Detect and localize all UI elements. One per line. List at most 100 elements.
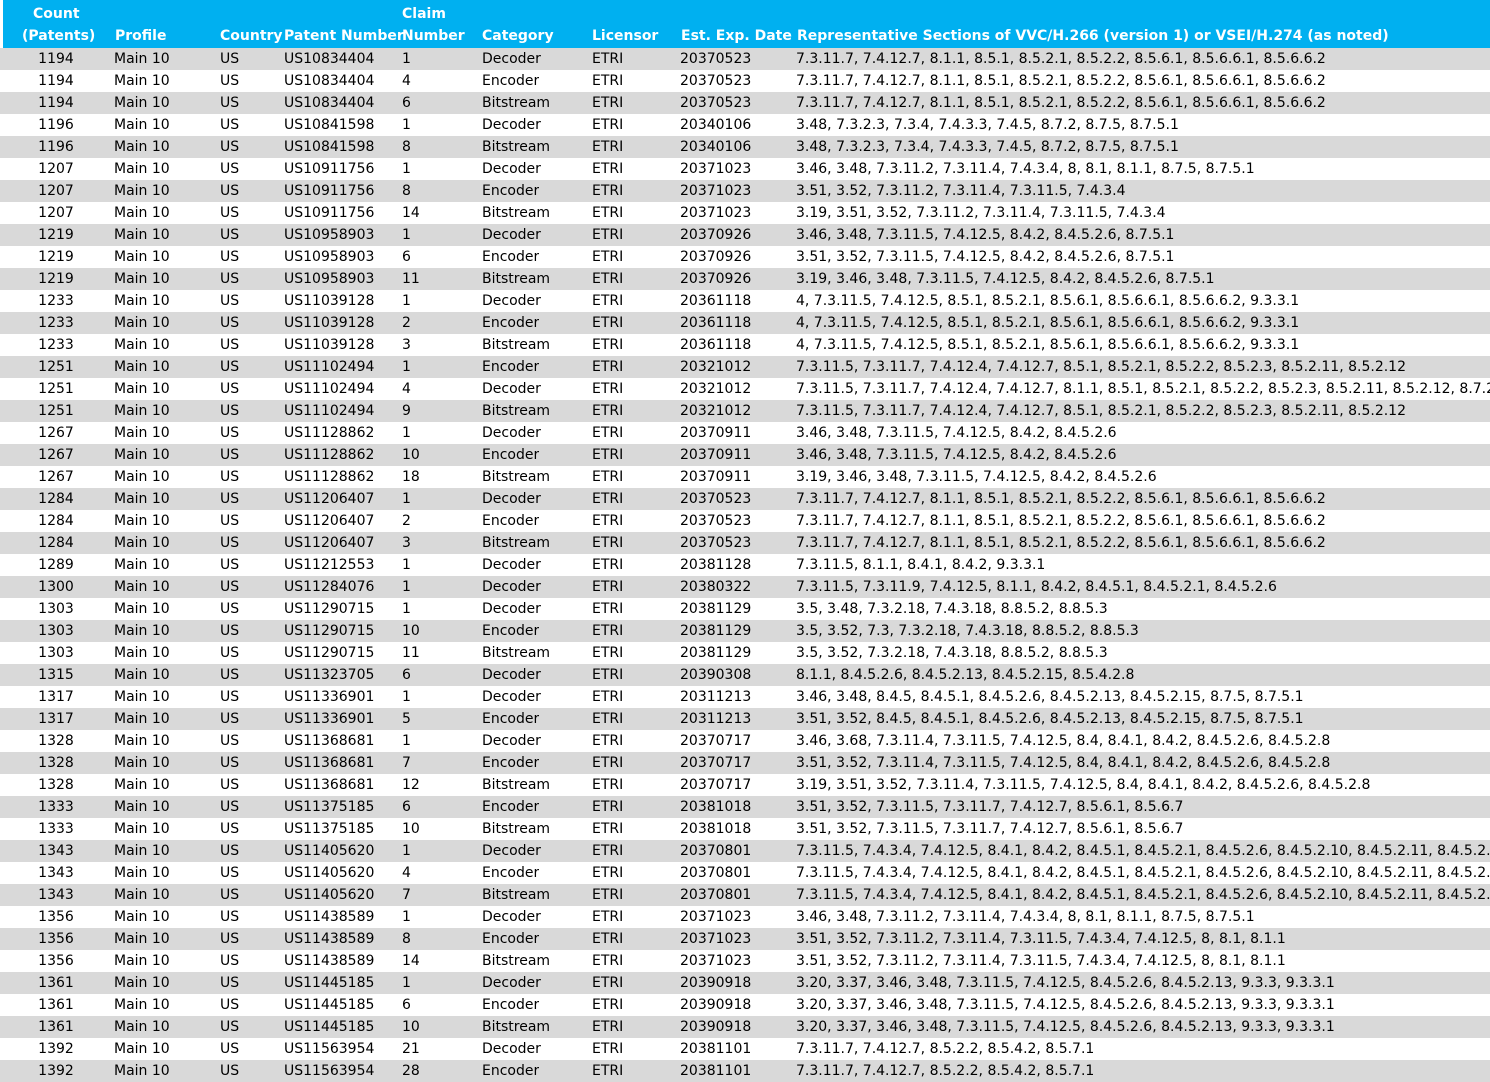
cell-profile[interactable]: Main 10 <box>114 224 170 246</box>
cell-category[interactable]: Decoder <box>482 906 541 928</box>
cell-exp-date[interactable]: 20361118 <box>680 290 751 312</box>
cell-country[interactable]: US <box>220 444 239 466</box>
cell-patent-number[interactable]: US11563954 <box>284 1060 374 1082</box>
cell-count[interactable]: 1343 <box>36 862 76 884</box>
cell-claim-number[interactable]: 21 <box>402 1038 420 1060</box>
cell-country[interactable]: US <box>220 664 239 686</box>
cell-claim-number[interactable]: 1 <box>402 972 411 994</box>
cell-licensor[interactable]: ETRI <box>592 92 623 114</box>
cell-category[interactable]: Bitstream <box>482 1016 550 1038</box>
table-row[interactable]: 1251 Main 10 US US11102494 9 Bitstream ETRI 203… <box>0 400 1490 422</box>
cell-profile[interactable]: Main 10 <box>114 510 170 532</box>
cell-profile[interactable]: Main 10 <box>114 950 170 972</box>
cell-count[interactable]: 1303 <box>36 642 76 664</box>
cell-sections[interactable]: 3.19, 3.51, 3.52, 7.3.11.4, 7.3.11.5, 7.… <box>796 774 1490 796</box>
cell-sections[interactable]: 7.3.11.5, 8.1.1, 8.4.1, 8.4.2, 9.3.3.1 <box>796 554 1490 576</box>
cell-category[interactable]: Encoder <box>482 620 539 642</box>
cell-category[interactable]: Decoder <box>482 224 541 246</box>
cell-licensor[interactable]: ETRI <box>592 884 623 906</box>
cell-claim-number[interactable]: 8 <box>402 136 411 158</box>
cell-claim-number[interactable]: 1 <box>402 290 411 312</box>
cell-category[interactable]: Encoder <box>482 796 539 818</box>
cell-count[interactable]: 1267 <box>36 466 76 488</box>
cell-claim-number[interactable]: 1 <box>402 114 411 136</box>
cell-profile[interactable]: Main 10 <box>114 730 170 752</box>
cell-category[interactable]: Encoder <box>482 862 539 884</box>
cell-profile[interactable]: Main 10 <box>114 972 170 994</box>
cell-patent-number[interactable]: US11039128 <box>284 334 374 356</box>
table-row[interactable]: 1194 Main 10 US US10834404 1 Decoder ETRI 20370… <box>0 48 1490 70</box>
cell-country[interactable]: US <box>220 70 239 92</box>
cell-exp-date[interactable]: 20340106 <box>680 136 751 158</box>
cell-country[interactable]: US <box>220 378 239 400</box>
cell-profile[interactable]: Main 10 <box>114 532 170 554</box>
cell-count[interactable]: 1284 <box>36 532 76 554</box>
cell-exp-date[interactable]: 20311213 <box>680 686 751 708</box>
cell-category[interactable]: Bitstream <box>482 818 550 840</box>
cell-category[interactable]: Bitstream <box>482 400 550 422</box>
cell-claim-number[interactable]: 1 <box>402 686 411 708</box>
cell-country[interactable]: US <box>220 92 239 114</box>
cell-profile[interactable]: Main 10 <box>114 598 170 620</box>
cell-licensor[interactable]: ETRI <box>592 906 623 928</box>
cell-profile[interactable]: Main 10 <box>114 378 170 400</box>
cell-exp-date[interactable]: 20361118 <box>680 312 751 334</box>
cell-patent-number[interactable]: US11375185 <box>284 796 374 818</box>
cell-patent-number[interactable]: US11039128 <box>284 290 374 312</box>
cell-profile[interactable]: Main 10 <box>114 884 170 906</box>
cell-profile[interactable]: Main 10 <box>114 620 170 642</box>
table-row[interactable]: 1284 Main 10 US US11206407 1 Decoder ETRI 20370… <box>0 488 1490 510</box>
cell-category[interactable]: Encoder <box>482 246 539 268</box>
cell-profile[interactable]: Main 10 <box>114 818 170 840</box>
cell-exp-date[interactable]: 20381129 <box>680 598 751 620</box>
table-row[interactable]: 1233 Main 10 US US11039128 1 Decoder ETRI 20361… <box>0 290 1490 312</box>
cell-category[interactable]: Bitstream <box>482 202 550 224</box>
cell-country[interactable]: US <box>220 488 239 510</box>
cell-count[interactable]: 1219 <box>36 224 76 246</box>
cell-count[interactable]: 1343 <box>36 840 76 862</box>
cell-claim-number[interactable]: 6 <box>402 92 411 114</box>
cell-licensor[interactable]: ETRI <box>592 730 623 752</box>
cell-licensor[interactable]: ETRI <box>592 356 623 378</box>
cell-country[interactable]: US <box>220 994 239 1016</box>
cell-claim-number[interactable]: 6 <box>402 796 411 818</box>
cell-sections[interactable]: 7.3.11.7, 7.4.12.7, 8.5.2.2, 8.5.4.2, 8.… <box>796 1060 1490 1082</box>
cell-claim-number[interactable]: 10 <box>402 620 420 642</box>
cell-licensor[interactable]: ETRI <box>592 180 623 202</box>
cell-licensor[interactable]: ETRI <box>592 202 623 224</box>
cell-claim-number[interactable]: 6 <box>402 246 411 268</box>
table-row[interactable]: 1343 Main 10 US US11405620 4 Encoder ETRI 20370… <box>0 862 1490 884</box>
cell-country[interactable]: US <box>220 884 239 906</box>
table-row[interactable]: 1317 Main 10 US US11336901 1 Decoder ETRI 20311… <box>0 686 1490 708</box>
cell-category[interactable]: Decoder <box>482 488 541 510</box>
cell-profile[interactable]: Main 10 <box>114 686 170 708</box>
table-row[interactable]: 1343 Main 10 US US11405620 1 Decoder ETRI 20370… <box>0 840 1490 862</box>
cell-claim-number[interactable]: 1 <box>402 48 411 70</box>
cell-profile[interactable]: Main 10 <box>114 1060 170 1082</box>
cell-patent-number[interactable]: US11445185 <box>284 972 374 994</box>
cell-sections[interactable]: 7.3.11.5, 7.3.11.7, 7.4.12.4, 7.4.12.7, … <box>796 356 1490 378</box>
cell-category[interactable]: Encoder <box>482 356 539 378</box>
cell-country[interactable]: US <box>220 510 239 532</box>
cell-profile[interactable]: Main 10 <box>114 664 170 686</box>
table-row[interactable]: 1333 Main 10 US US11375185 10 Bitstream ETRI 20… <box>0 818 1490 840</box>
table-row[interactable]: 1219 Main 10 US US10958903 11 Bitstream ETRI 20… <box>0 268 1490 290</box>
cell-profile[interactable]: Main 10 <box>114 180 170 202</box>
cell-category[interactable]: Decoder <box>482 290 541 312</box>
cell-exp-date[interactable]: 20340106 <box>680 114 751 136</box>
cell-count[interactable]: 1207 <box>36 158 76 180</box>
cell-licensor[interactable]: ETRI <box>592 532 623 554</box>
cell-licensor[interactable]: ETRI <box>592 114 623 136</box>
cell-country[interactable]: US <box>220 818 239 840</box>
cell-country[interactable]: US <box>220 466 239 488</box>
cell-profile[interactable]: Main 10 <box>114 488 170 510</box>
cell-country[interactable]: US <box>220 1038 239 1060</box>
cell-patent-number[interactable]: US11368681 <box>284 774 374 796</box>
cell-country[interactable]: US <box>220 136 239 158</box>
header-sections[interactable]: Representative Sections of VVC/H.266 (ve… <box>797 26 1389 47</box>
cell-licensor[interactable]: ETRI <box>592 576 623 598</box>
cell-sections[interactable]: 3.46, 3.48, 7.3.11.2, 7.3.11.4, 7.4.3.4,… <box>796 906 1490 928</box>
cell-exp-date[interactable]: 20370926 <box>680 224 751 246</box>
cell-country[interactable]: US <box>220 422 239 444</box>
cell-category[interactable]: Decoder <box>482 158 541 180</box>
